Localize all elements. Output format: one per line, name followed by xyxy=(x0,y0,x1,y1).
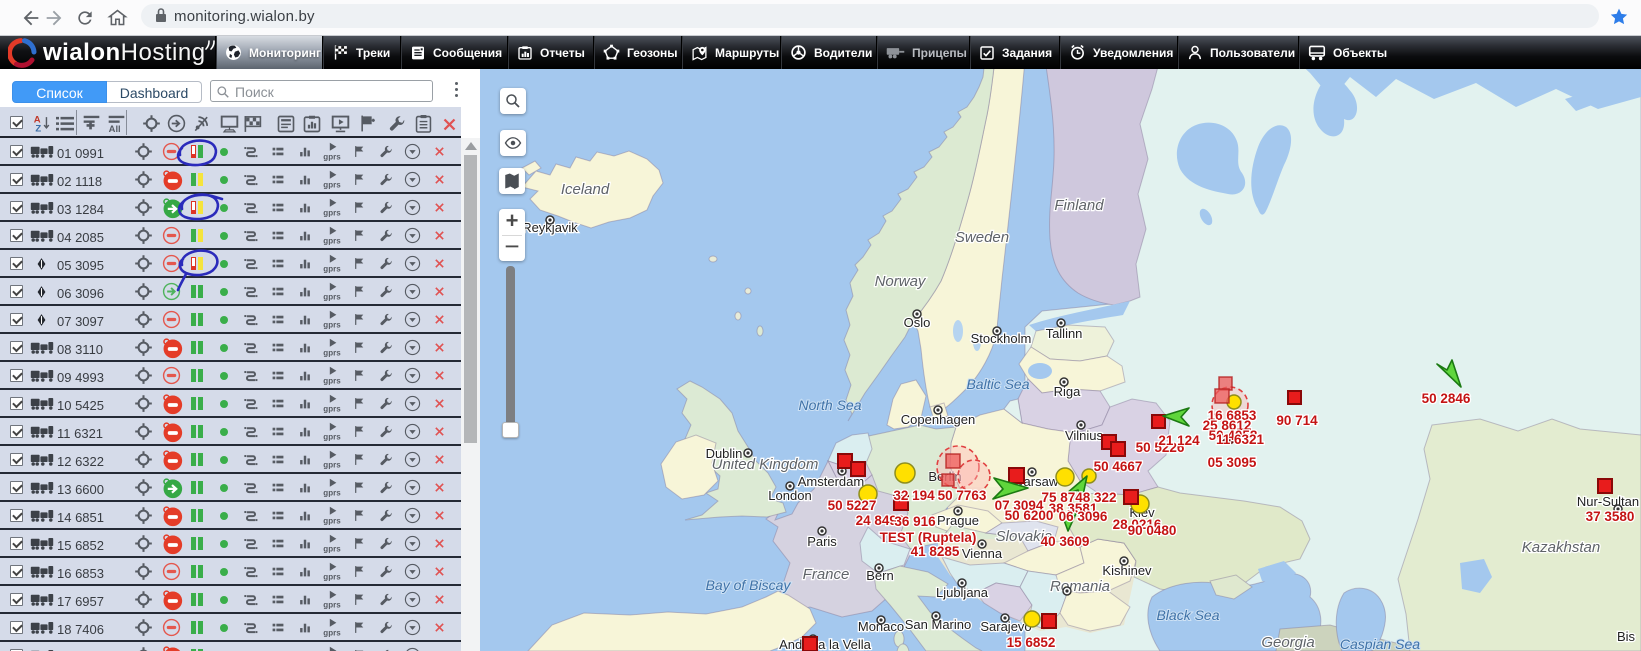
svg-text:Z: Z xyxy=(35,123,41,133)
svg-text:21 124: 21 124 xyxy=(1158,433,1200,448)
svg-text:05 3095: 05 3095 xyxy=(1208,455,1257,470)
svg-text:Vilnius: Vilnius xyxy=(1065,428,1104,443)
svg-text:France: France xyxy=(803,566,850,583)
svg-text:Sweden: Sweden xyxy=(955,229,1009,246)
svg-text:Bay of Biscay: Bay of Biscay xyxy=(706,577,792,593)
svg-text:32 194: 32 194 xyxy=(893,488,935,503)
svg-text:15 6852: 15 6852 xyxy=(1007,635,1056,650)
svg-text:Georgia: Georgia xyxy=(1261,634,1314,651)
svg-text:Tallinn: Tallinn xyxy=(1046,326,1083,341)
svg-text:Bis: Bis xyxy=(1617,629,1636,644)
svg-text:90 714: 90 714 xyxy=(1276,413,1318,428)
svg-text:Kishinev: Kishinev xyxy=(1102,563,1152,578)
svg-text:TEST (Ruptela): TEST (Ruptela) xyxy=(880,530,977,545)
svg-text:06 3096: 06 3096 xyxy=(1059,509,1108,524)
svg-text:50 5227: 50 5227 xyxy=(828,498,877,513)
svg-text:50 4667: 50 4667 xyxy=(1094,459,1143,474)
svg-text:Baltic Sea: Baltic Sea xyxy=(966,376,1029,392)
svg-text:Black Sea: Black Sea xyxy=(1156,607,1219,623)
svg-text:Andorra la Vella: Andorra la Vella xyxy=(779,637,872,651)
svg-text:Norway: Norway xyxy=(875,273,927,290)
svg-text:37 3580: 37 3580 xyxy=(1586,509,1635,524)
svg-text:Romania: Romania xyxy=(1050,578,1110,595)
svg-text:Dublin: Dublin xyxy=(706,446,743,461)
svg-text:Kazakhstan: Kazakhstan xyxy=(1522,539,1600,556)
svg-text:50 6200: 50 6200 xyxy=(1005,508,1054,523)
svg-text:40 3609: 40 3609 xyxy=(1041,534,1090,549)
svg-text:Iceland: Iceland xyxy=(561,181,610,198)
svg-text:90 0480: 90 0480 xyxy=(1128,523,1177,538)
svg-text:Finland: Finland xyxy=(1054,197,1104,214)
svg-text:North Sea: North Sea xyxy=(798,397,861,413)
svg-text:Paris: Paris xyxy=(807,534,837,549)
svg-text:11 6321: 11 6321 xyxy=(1216,432,1265,447)
svg-text:36 916: 36 916 xyxy=(894,514,936,529)
svg-text:50 7763: 50 7763 xyxy=(938,488,987,503)
svg-text:50 2846: 50 2846 xyxy=(1422,391,1471,406)
svg-text:Nur-Sultan: Nur-Sultan xyxy=(1577,494,1639,509)
svg-text:Riga: Riga xyxy=(1054,384,1082,399)
svg-text:41 8285: 41 8285 xyxy=(911,544,960,559)
svg-text:All: All xyxy=(109,123,121,133)
svg-text:Caspian Sea: Caspian Sea xyxy=(1340,636,1420,651)
